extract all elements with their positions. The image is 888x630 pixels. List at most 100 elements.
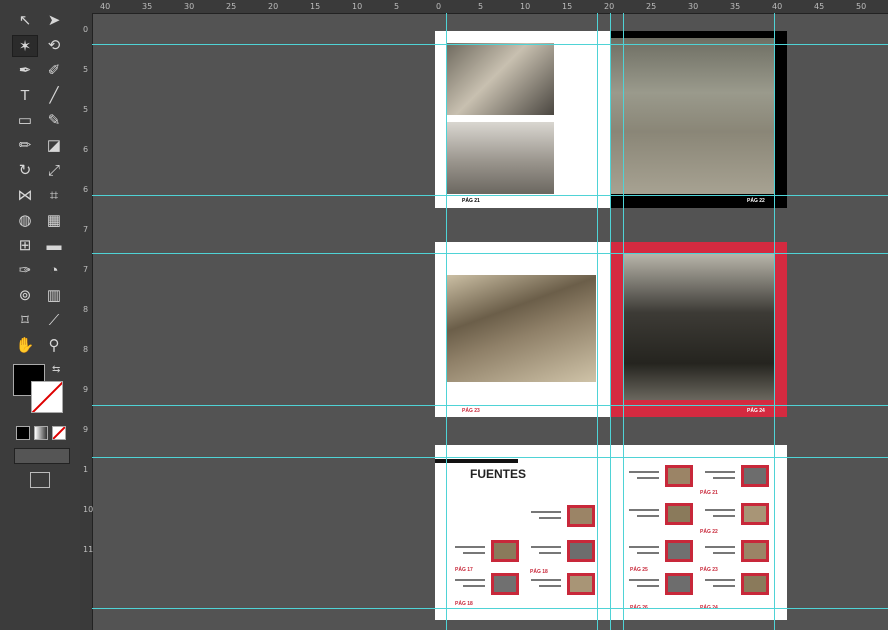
width-tool-icon[interactable]: ⋈ (12, 185, 38, 207)
source-thumbnail (665, 503, 693, 525)
ruler-tick-label: 40 (772, 2, 783, 11)
ruler-tick-label: 7 (83, 265, 89, 274)
page-label: PÁG 21 (462, 198, 480, 204)
horizontal-ruler[interactable]: 40 35 30 25 20 15 10 5 0 5 10 15 20 25 30 35 40 45 50 (92, 0, 888, 14)
vertical-guide[interactable] (774, 13, 775, 630)
vertical-guide[interactable] (446, 13, 447, 630)
direct-selection-tool-icon[interactable]: ➤ (41, 10, 67, 32)
gradient-button[interactable] (34, 426, 48, 440)
ruler-tick-label: 30 (184, 2, 195, 11)
caption-line (539, 552, 561, 554)
scale-tool-icon[interactable]: ⤢ (41, 160, 67, 182)
horizontal-guide[interactable] (92, 405, 888, 406)
color-mode-buttons (16, 426, 66, 440)
caption-line (705, 509, 735, 511)
horizontal-guide[interactable] (92, 608, 888, 609)
ruler-tick-label: 15 (562, 2, 573, 11)
line-tool-icon[interactable]: ╱ (41, 85, 67, 107)
ruler-tick-label: 8 (83, 305, 89, 314)
source-thumbnail (741, 573, 769, 595)
ruler-tick-label: 11 (83, 545, 94, 554)
caption-line (629, 546, 659, 548)
screen-mode-icon[interactable] (30, 472, 50, 488)
mesh-tool-icon[interactable]: ⊞ (12, 235, 38, 257)
caption-line (713, 552, 735, 554)
caption-line (539, 585, 561, 587)
rectangle-tool-icon[interactable]: ▭ (12, 110, 38, 132)
pen-tool-icon[interactable]: ✒ (12, 60, 38, 82)
vertical-guide[interactable] (623, 13, 624, 630)
source-thumbnail (491, 540, 519, 562)
eraser-tool-icon[interactable]: ◪ (41, 135, 67, 157)
artboard-spread-2-left[interactable]: PÁG 23 (435, 242, 611, 417)
fuentes-title: FUENTES (470, 467, 527, 481)
free-transform-tool-icon[interactable]: ⌗ (41, 185, 67, 207)
selection-tool-icon[interactable]: ↖ (12, 10, 38, 32)
horizontal-guide[interactable] (92, 253, 888, 254)
horizontal-guide[interactable] (92, 457, 888, 458)
shape-builder-tool-icon[interactable]: ◍ (12, 210, 38, 232)
caption-line (463, 585, 485, 587)
blend-tool-icon[interactable]: ◔ (41, 260, 67, 282)
horizontal-guide[interactable] (92, 195, 888, 196)
caption-line (713, 585, 735, 587)
artboard-tool-icon[interactable]: ⌑ (12, 310, 38, 332)
ruler-tick-label: 30 (688, 2, 699, 11)
rotate-tool-icon[interactable]: ↻ (12, 160, 38, 182)
hillside-beach-photo (447, 275, 596, 382)
artboard-spread-3[interactable]: FUENTES PÁG 17 PÁG 18 PÁG 18 PÁG 21 PÁG 22 PÁ… (435, 445, 787, 620)
source-thumbnail (567, 540, 595, 562)
artboard-spread-1-right[interactable]: PÁG 22 (611, 31, 787, 208)
caption-line (705, 546, 735, 548)
artboard-spread-2-right[interactable]: PÁG 24 (611, 242, 787, 417)
ruler-tick-label: 25 (226, 2, 237, 11)
column-graph-tool-icon[interactable]: ▥ (41, 285, 67, 307)
caption-line (637, 552, 659, 554)
group-by-river-photo (611, 38, 774, 194)
caption-line (629, 471, 659, 473)
page-label: PÁG 23 (462, 408, 480, 414)
ruler-tick-label: 50 (856, 2, 867, 11)
vertical-guide[interactable] (597, 13, 598, 630)
source-page-label: PÁG 25 (630, 567, 648, 573)
vertical-ruler[interactable]: 0 5 5 6 6 7 7 8 8 9 9 1 10 11 (80, 13, 93, 630)
swap-colors-icon[interactable]: ⇆ (52, 364, 60, 375)
ruler-tick-label: 45 (814, 2, 825, 11)
ruler-tick-label: 15 (310, 2, 321, 11)
caption-line (629, 509, 659, 511)
caption-line (637, 515, 659, 517)
lasso-tool-icon[interactable]: ⟲ (41, 35, 67, 57)
horizontal-guide[interactable] (92, 44, 888, 45)
ruler-tick-label: 10 (520, 2, 531, 11)
ruler-tick-label: 35 (730, 2, 741, 11)
type-tool-icon[interactable]: T (12, 85, 38, 107)
zoom-tool-icon[interactable]: ⚲ (41, 335, 67, 357)
none-button[interactable] (52, 426, 66, 440)
artboard-spread-1-left[interactable]: PÁG 21 (435, 31, 611, 208)
paintbrush-tool-icon[interactable]: ✎ (41, 110, 67, 132)
symbol-sprayer-tool-icon[interactable]: ⊚ (12, 285, 38, 307)
caption-line (531, 546, 561, 548)
vertical-guide[interactable] (610, 13, 611, 630)
ruler-tick-label: 10 (83, 505, 94, 514)
source-thumbnail (741, 465, 769, 487)
pencil-tool-icon[interactable]: ✏ (12, 135, 38, 157)
magic-wand-tool-icon[interactable]: ✶ (12, 35, 38, 57)
stroke-swatch[interactable] (31, 381, 63, 413)
hand-tool-icon[interactable]: ✋ (12, 335, 38, 357)
caption-line (705, 579, 735, 581)
color-button[interactable] (16, 426, 30, 440)
ruler-tick-label: 5 (83, 65, 89, 74)
source-page-label: PÁG 23 (700, 567, 718, 573)
ruler-tick-label: 20 (268, 2, 279, 11)
perspective-grid-tool-icon[interactable]: ▦ (41, 210, 67, 232)
ruler-tick-label: 8 (83, 345, 89, 354)
curvature-tool-icon[interactable]: ✐ (41, 60, 67, 82)
street-photo (447, 122, 554, 194)
eyedropper-tool-icon[interactable]: ✑ (12, 260, 38, 282)
caption-line (539, 517, 561, 519)
gradient-tool-icon[interactable]: ▬ (41, 235, 67, 257)
draw-mode-buttons[interactable] (14, 448, 70, 464)
slice-tool-icon[interactable]: ⟋ (41, 310, 67, 332)
ruler-tick-label: 9 (83, 385, 89, 394)
